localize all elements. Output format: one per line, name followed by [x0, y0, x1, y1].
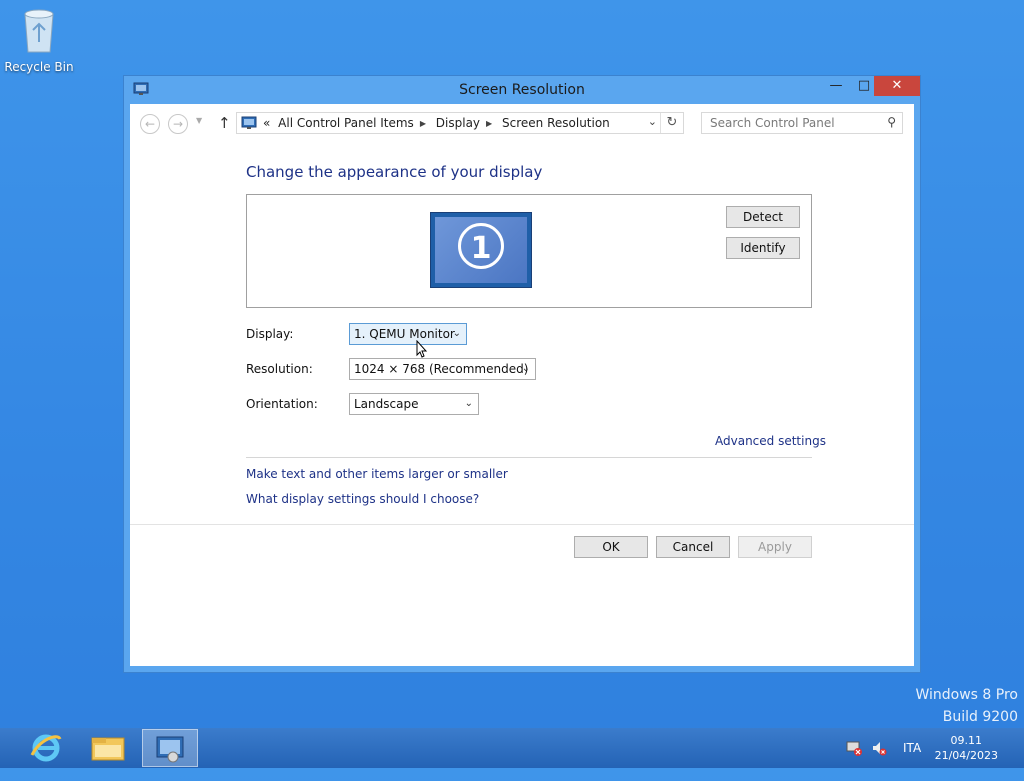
- search-box[interactable]: Search Control Panel ⚲: [701, 112, 903, 134]
- close-button[interactable]: ✕: [874, 76, 920, 96]
- up-arrow-icon: ↑: [218, 114, 231, 132]
- breadcrumb: « All Control Panel Items ▶ Display ▶ Scre…: [263, 116, 614, 130]
- chevron-down-icon: ⌄: [521, 363, 530, 374]
- divider: [246, 457, 812, 458]
- system-clock[interactable]: 09.11 21/04/2023: [935, 733, 998, 763]
- taskbar: ITA 09.11 21/04/2023: [0, 728, 1024, 768]
- monitor-number: 1: [458, 223, 504, 269]
- breadcrumb-separator-icon[interactable]: ▶: [420, 119, 426, 128]
- orientation-select[interactable]: Landscape ⌄: [349, 393, 479, 415]
- breadcrumb-separator-icon[interactable]: ▶: [486, 119, 492, 128]
- resolution-select[interactable]: 1024 × 768 (Recommended) ⌄: [349, 358, 536, 380]
- address-bar[interactable]: « All Control Panel Items ▶ Display ▶ Scre…: [236, 112, 684, 134]
- mouse-cursor-icon: [416, 339, 428, 358]
- window-client-area: ← → ▼ ↑ « All Control Panel Items ▶ Displ…: [130, 104, 914, 666]
- close-icon: ✕: [891, 78, 903, 93]
- recent-locations-chevron-icon[interactable]: ▼: [196, 116, 202, 125]
- forward-arrow-icon: →: [172, 117, 184, 131]
- forward-button[interactable]: →: [168, 114, 188, 134]
- control-panel-icon: [156, 736, 184, 763]
- folder-icon: [91, 737, 125, 761]
- resolution-label: Resolution:: [246, 362, 313, 376]
- windows-build-watermark: Windows 8 Pro Build 9200: [915, 684, 1018, 728]
- display-select-value: 1. QEMU Monitor: [354, 327, 455, 341]
- maximize-icon: □: [857, 78, 871, 93]
- chevron-down-icon: ⌄: [464, 398, 473, 409]
- display-label: Display:: [246, 327, 294, 341]
- up-button[interactable]: ↑: [218, 114, 231, 132]
- title-bar[interactable]: Screen Resolution — □ ✕: [124, 76, 920, 104]
- breadcrumb-overflow[interactable]: «: [263, 116, 270, 130]
- navigation-bar: ← → ▼ ↑ « All Control Panel Items ▶ Displ…: [130, 104, 914, 142]
- recycle-bin-label: Recycle Bin: [4, 60, 74, 74]
- taskbar-file-explorer[interactable]: [80, 729, 136, 767]
- recycle-bin-icon: [19, 6, 59, 54]
- control-panel-icon: [241, 116, 257, 130]
- cancel-button[interactable]: Cancel: [656, 536, 730, 558]
- advanced-settings-link[interactable]: Advanced settings: [715, 434, 826, 448]
- breadcrumb-display[interactable]: Display: [436, 116, 480, 130]
- watermark-edition: Windows 8 Pro: [915, 687, 1018, 703]
- refresh-button[interactable]: ↻: [660, 113, 683, 133]
- breadcrumb-screen-resolution[interactable]: Screen Resolution: [502, 116, 610, 130]
- chevron-down-icon: ⌄: [452, 328, 461, 339]
- search-input[interactable]: Search Control Panel: [710, 116, 835, 130]
- taskbar-control-panel[interactable]: [142, 729, 198, 767]
- breadcrumb-all-control-panel-items[interactable]: All Control Panel Items: [278, 116, 414, 130]
- display-settings-help-link[interactable]: What display settings should I choose?: [246, 492, 479, 506]
- search-icon[interactable]: ⚲: [887, 115, 896, 129]
- monitor-1-thumbnail[interactable]: 1: [430, 212, 532, 288]
- taskbar-internet-explorer[interactable]: [18, 729, 74, 767]
- ok-button[interactable]: OK: [574, 536, 648, 558]
- input-language-indicator[interactable]: ITA: [903, 741, 921, 781]
- refresh-icon: ↻: [666, 115, 678, 130]
- address-dropdown-chevron-icon[interactable]: ⌄: [648, 115, 657, 128]
- volume-muted-icon[interactable]: [871, 740, 887, 780]
- watermark-build: Build 9200: [942, 709, 1018, 725]
- minimize-icon: —: [829, 78, 843, 93]
- screen-resolution-window: Screen Resolution — □ ✕ ← → ▼ ↑ « All Co…: [123, 75, 921, 673]
- display-select[interactable]: 1. QEMU Monitor ⌄: [349, 323, 467, 345]
- orientation-select-value: Landscape: [354, 397, 419, 411]
- identify-button[interactable]: Identify: [726, 237, 800, 259]
- clock-time: 09.11: [950, 734, 983, 747]
- footer-divider: [130, 524, 914, 525]
- orientation-label: Orientation:: [246, 397, 318, 411]
- window-title: Screen Resolution: [459, 82, 585, 98]
- recycle-bin-shortcut[interactable]: Recycle Bin: [4, 6, 74, 74]
- minimize-button[interactable]: —: [822, 76, 850, 96]
- detect-button[interactable]: Detect: [726, 206, 800, 228]
- text-size-link[interactable]: Make text and other items larger or smal…: [246, 467, 508, 481]
- apply-button[interactable]: Apply: [738, 536, 812, 558]
- resolution-select-value: 1024 × 768 (Recommended): [354, 362, 529, 376]
- clock-date: 21/04/2023: [934, 749, 998, 762]
- back-button[interactable]: ←: [140, 114, 160, 134]
- network-status-icon[interactable]: [846, 740, 862, 780]
- page-title: Change the appearance of your display: [246, 163, 543, 181]
- monitor-arrangement-panel: 1 Detect Identify: [246, 194, 812, 308]
- back-arrow-icon: ←: [144, 117, 156, 131]
- internet-explorer-icon: [30, 734, 62, 762]
